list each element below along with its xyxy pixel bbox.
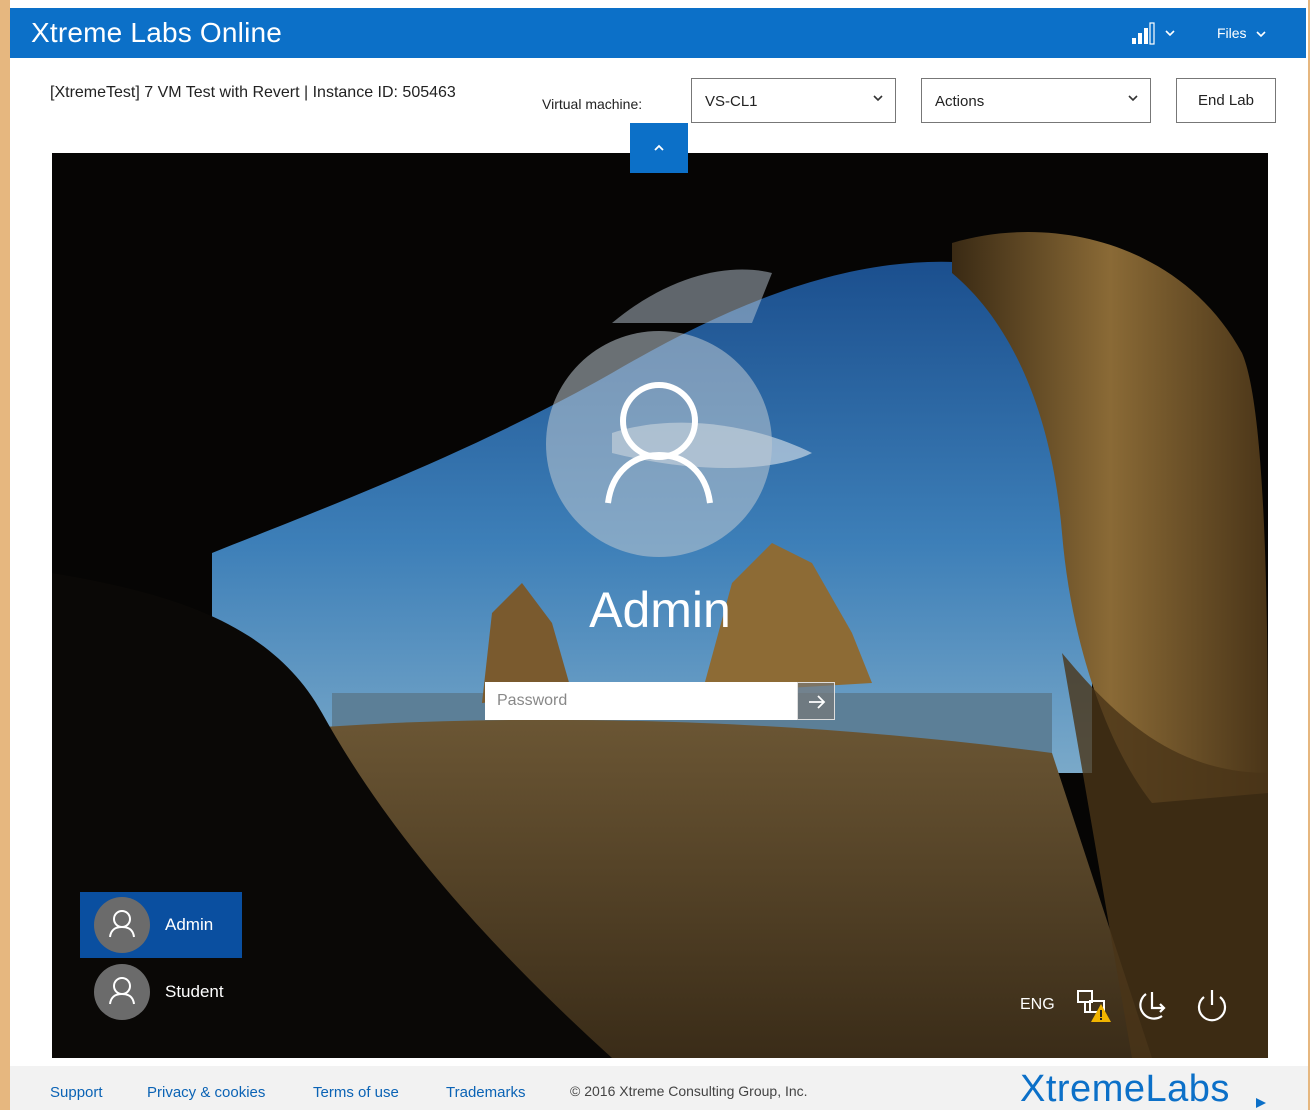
vm-screen[interactable]: Admin Admin Student ENG <box>52 153 1268 1058</box>
actions-select-value: Actions <box>935 93 985 110</box>
user-avatar <box>546 331 772 557</box>
chevron-up-icon <box>654 144 664 151</box>
brand-logo: XtremeLabs <box>1020 1068 1230 1110</box>
user-tile-student[interactable]: Student <box>80 959 242 1025</box>
files-label: Files <box>1217 25 1247 41</box>
user-tile-label: Admin <box>165 915 214 934</box>
network-warning-icon[interactable] <box>1076 988 1116 1024</box>
chevron-down-icon <box>1128 95 1138 102</box>
user-icon <box>109 977 135 1005</box>
actions-select[interactable]: Actions <box>921 78 1151 123</box>
chevron-down-icon <box>873 95 883 102</box>
arrow-right-icon <box>809 695 826 709</box>
chevron-down-icon <box>1256 30 1267 41</box>
signal-strength-icon <box>1132 22 1175 45</box>
terms-link[interactable]: Terms of use <box>313 1084 399 1101</box>
brand-logo-mark <box>1256 1098 1266 1108</box>
user-avatar-small <box>94 964 150 1020</box>
power-icon[interactable] <box>1192 988 1232 1024</box>
copyright-text: © 2016 Xtreme Consulting Group, Inc. <box>570 1083 808 1099</box>
submit-password-button[interactable] <box>797 682 835 720</box>
files-menu[interactable]: Files <box>1217 25 1267 41</box>
app-header: Xtreme Labs Online Files <box>10 8 1306 58</box>
vm-select[interactable]: VS-CL1 <box>691 78 896 123</box>
user-avatar-small <box>94 897 150 953</box>
lockscreen-username: Admin <box>589 582 731 638</box>
user-tile-label: Student <box>165 982 224 1001</box>
user-icon <box>109 910 135 938</box>
end-lab-button[interactable]: End Lab <box>1176 78 1276 123</box>
password-input[interactable] <box>485 682 797 720</box>
app-title: Xtreme Labs Online <box>31 17 283 48</box>
vm-label: Virtual machine: <box>542 96 643 112</box>
user-tile-admin[interactable]: Admin <box>80 892 242 958</box>
collapse-toolbar-button[interactable] <box>630 123 688 173</box>
lab-title: [XtremeTest] 7 VM Test with Revert | Ins… <box>50 84 456 101</box>
ease-of-access-icon[interactable] <box>1132 988 1172 1024</box>
support-link[interactable]: Support <box>50 1084 103 1101</box>
language-indicator[interactable]: ENG <box>1020 996 1055 1014</box>
user-icon <box>605 382 713 504</box>
trademarks-link[interactable]: Trademarks <box>446 1084 525 1101</box>
connection-menu[interactable] <box>1130 22 1182 46</box>
privacy-link[interactable]: Privacy & cookies <box>147 1084 265 1101</box>
vm-select-value: VS-CL1 <box>705 93 758 110</box>
